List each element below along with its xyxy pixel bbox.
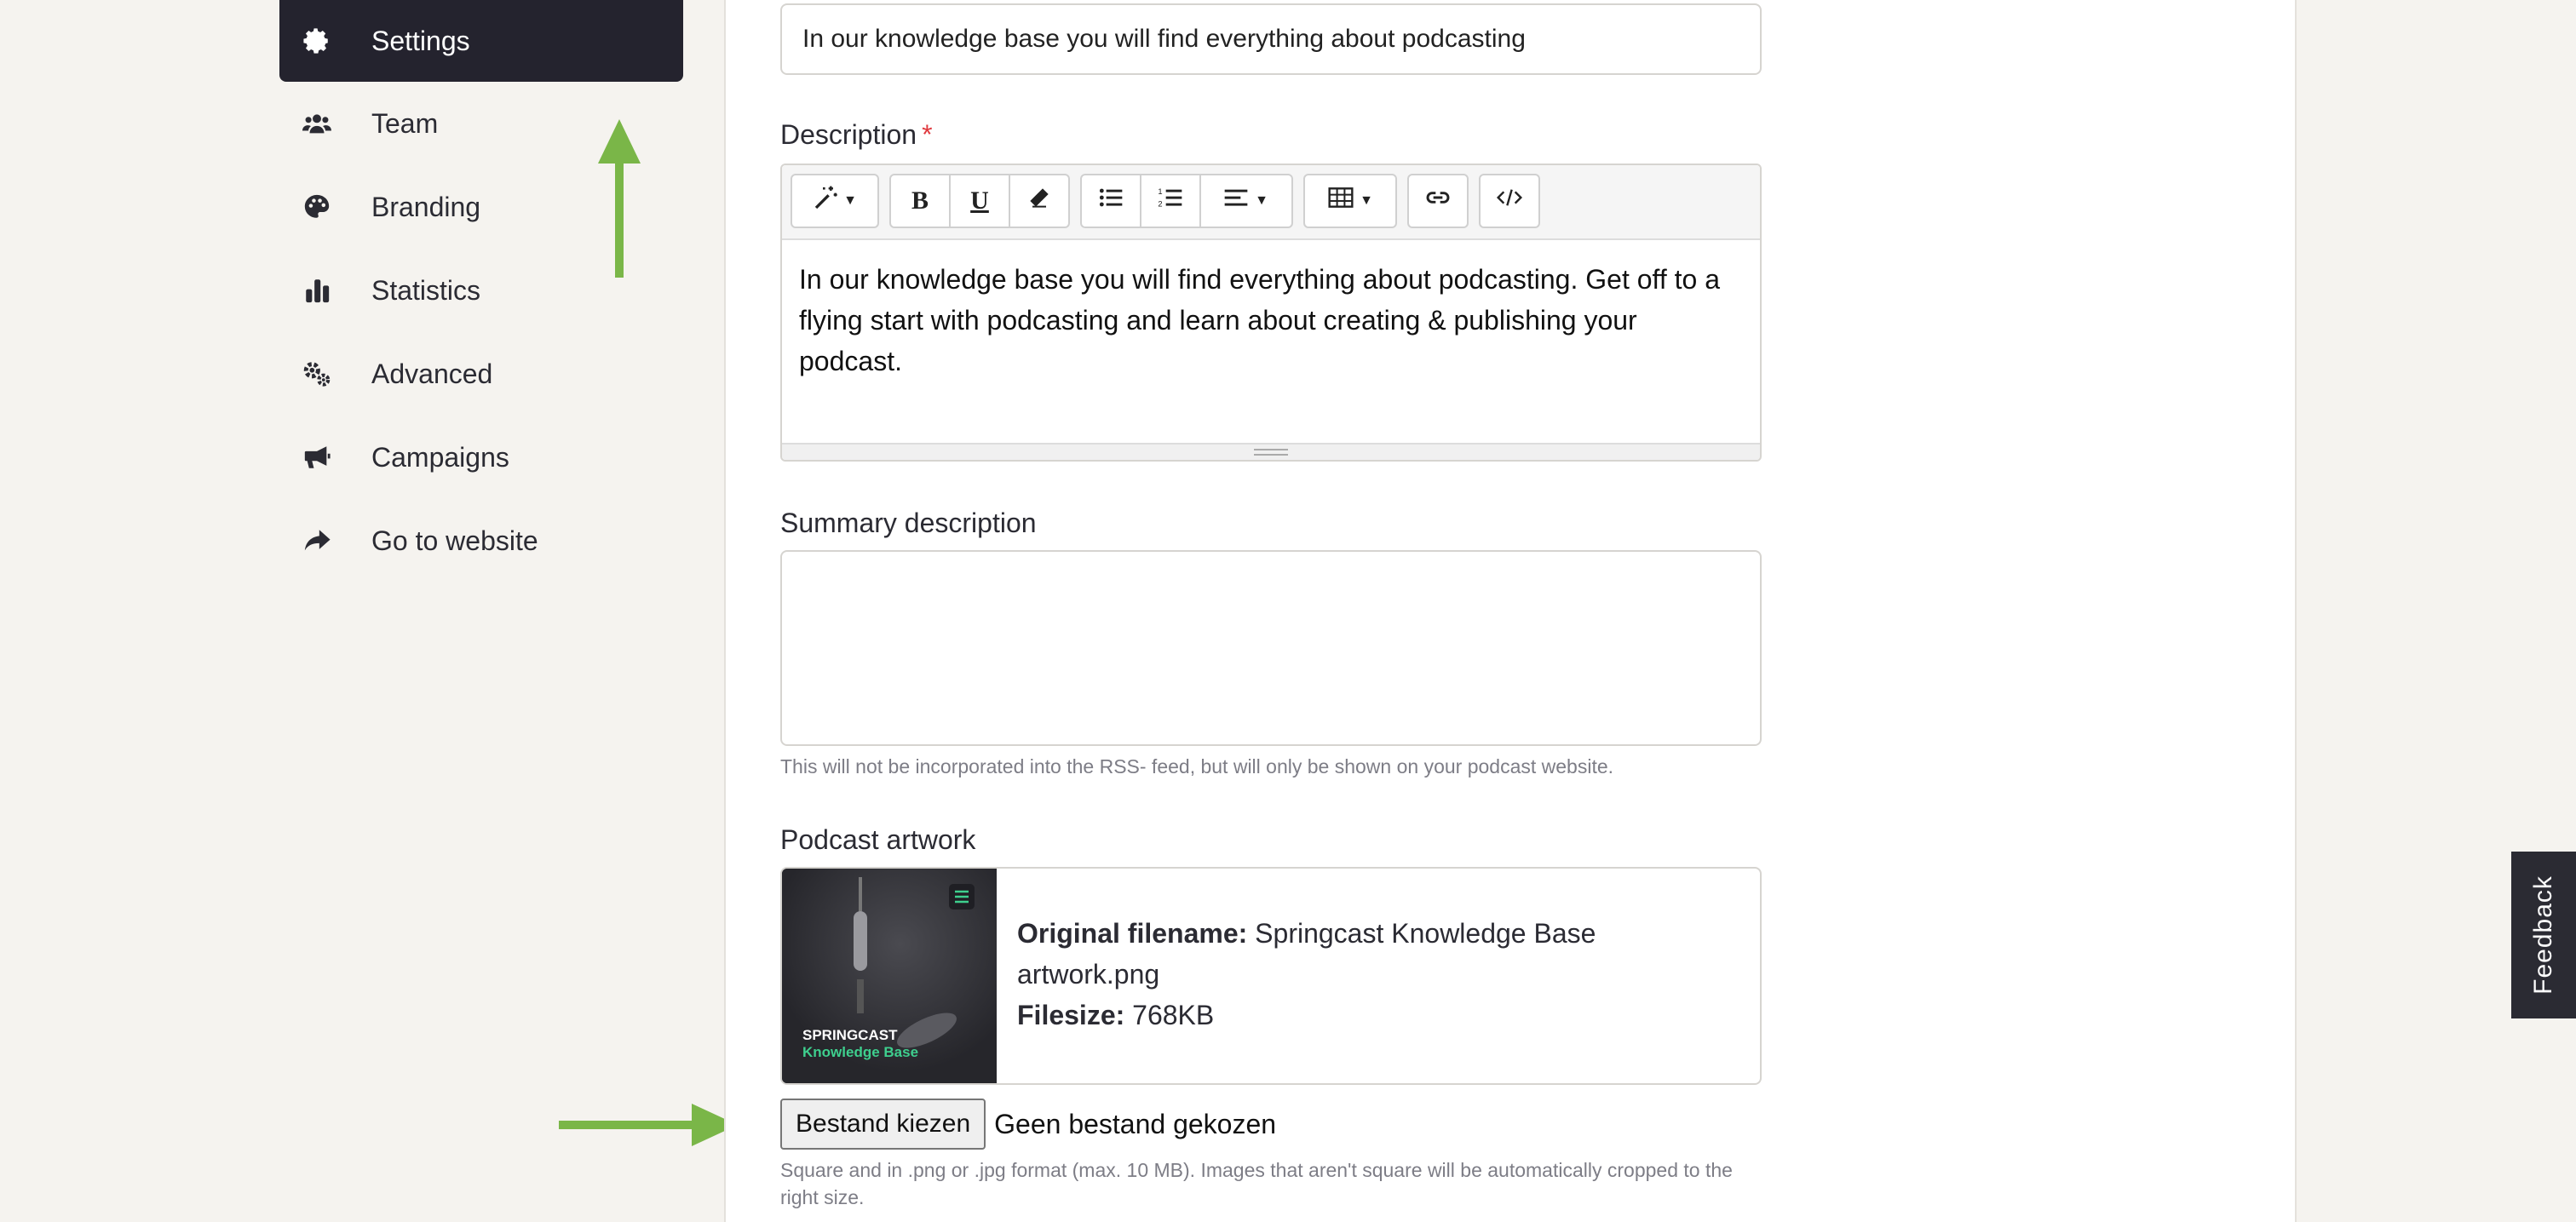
artwork-file-info: Original filename: Springcast Knowledge … [997, 869, 1729, 1083]
artwork-preview: SPRINGCAST Knowledge Base Original filen… [780, 867, 1762, 1085]
file-upload-row: Bestand kiezen Geen bestand gekozen [780, 1099, 1276, 1150]
eraser-icon [1026, 184, 1053, 218]
gears-icon [298, 357, 336, 391]
caret-down-icon: ▼ [843, 193, 857, 208]
palette-icon [298, 190, 336, 224]
underline-button[interactable]: U [951, 175, 1010, 227]
share-arrow-icon [298, 524, 336, 558]
users-icon [298, 106, 336, 141]
code-group [1479, 174, 1540, 228]
required-asterisk: * [922, 119, 933, 150]
link-group [1407, 174, 1469, 228]
table-icon [1327, 184, 1354, 218]
bar-chart-icon [298, 273, 336, 307]
underline-icon: U [970, 186, 989, 215]
svg-text:2: 2 [1158, 200, 1162, 209]
sidebar-item-go-to-website[interactable]: Go to website [279, 499, 683, 582]
caret-down-icon: ▼ [1360, 193, 1373, 208]
filesize-value: 768KB [1132, 1000, 1215, 1030]
align-left-icon [1222, 184, 1250, 218]
sidebar-item-settings[interactable]: Settings [279, 0, 683, 82]
description-editor: ▼ B U 12 ▼ ▼ In our knowledge base you w… [780, 164, 1762, 462]
artwork-help-text: Square and in .png or .jpg format (max. … [780, 1159, 1733, 1208]
sidebar-item-label: Settings [371, 25, 470, 56]
sidebar: Settings Team Branding Statistics Advanc… [279, 0, 683, 582]
artwork-logo-text: SPRINGCAST Knowledge Base [802, 1027, 918, 1061]
choose-file-button[interactable]: Bestand kiezen [780, 1099, 986, 1150]
no-file-chosen-text: Geen bestand gekozen [994, 1108, 1277, 1139]
editor-toolbar: ▼ B U 12 ▼ ▼ [782, 165, 1760, 240]
caret-down-icon: ▼ [1255, 193, 1268, 208]
filesize-label: Filesize: [1017, 1000, 1125, 1030]
main-panel: In our knowledge base you will find ever… [724, 0, 2297, 1222]
link-icon [1424, 184, 1452, 218]
sidebar-item-label: Team [371, 107, 439, 139]
sidebar-item-label: Go to website [371, 525, 538, 556]
paragraph-align-button[interactable]: ▼ [1201, 175, 1290, 227]
annotation-arrow-up [598, 119, 641, 278]
sidebar-item-label: Statistics [371, 274, 481, 306]
editor-resize-handle[interactable] [782, 443, 1760, 460]
description-label: Description * [780, 119, 933, 151]
artwork-subtitle-line: Knowledge Base [802, 1044, 919, 1060]
description-label-text: Description [780, 119, 917, 150]
sidebar-item-campaigns[interactable]: Campaigns [279, 416, 683, 499]
bullet-list-icon [1097, 184, 1124, 218]
artwork-thumbnail: SPRINGCAST Knowledge Base [782, 869, 997, 1083]
gear-icon [298, 24, 336, 58]
insert-link-button[interactable] [1409, 175, 1467, 227]
magic-style-button[interactable]: ▼ [792, 175, 877, 227]
magic-wand-icon [813, 184, 840, 218]
megaphone-icon [298, 440, 336, 474]
list-group: 12 ▼ [1080, 174, 1293, 228]
style-group: ▼ [791, 174, 879, 228]
summary-help-text: This will not be incorporated into the R… [780, 755, 1614, 777]
summary-description-label: Summary description [780, 508, 1037, 538]
sidebar-item-label: Advanced [371, 358, 493, 389]
sidebar-item-label: Branding [371, 191, 481, 222]
sidebar-item-label: Campaigns [371, 441, 509, 473]
clear-format-button[interactable] [1010, 175, 1068, 227]
table-group: ▼ [1303, 174, 1397, 228]
unordered-list-button[interactable] [1082, 175, 1141, 227]
sidebar-item-advanced[interactable]: Advanced [279, 332, 683, 416]
ordered-list-button[interactable]: 12 [1141, 175, 1201, 227]
format-group: B U [889, 174, 1070, 228]
code-view-button[interactable] [1481, 175, 1538, 227]
artwork-brand-line: SPRINGCAST [802, 1027, 898, 1043]
title-input[interactable]: In our knowledge base you will find ever… [780, 3, 1762, 75]
description-editor-content[interactable]: In our knowledge base you will find ever… [782, 240, 1760, 445]
insert-table-button[interactable]: ▼ [1305, 175, 1395, 227]
feedback-label: Feedback [2529, 875, 2557, 995]
summary-description-textarea[interactable] [780, 550, 1762, 746]
svg-text:1: 1 [1158, 187, 1162, 196]
filename-label: Original filename: [1017, 918, 1248, 949]
code-icon [1496, 184, 1523, 218]
numbered-list-icon: 12 [1157, 184, 1184, 218]
bold-icon: B [911, 186, 929, 215]
feedback-tab[interactable]: Feedback [2511, 852, 2576, 1018]
annotation-arrow-right [559, 1104, 738, 1146]
bold-button[interactable]: B [891, 175, 951, 227]
podcast-artwork-label: Podcast artwork [780, 824, 976, 855]
